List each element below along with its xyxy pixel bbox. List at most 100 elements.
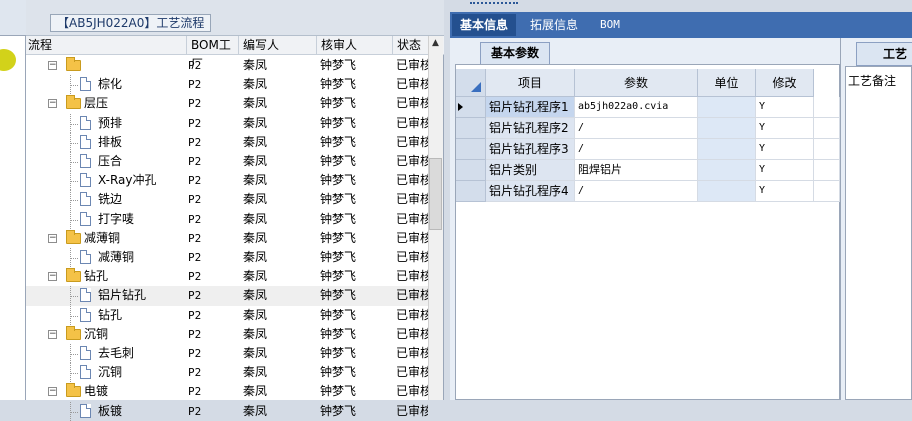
scroll-up-arrow-icon[interactable]: ▲ bbox=[428, 38, 443, 52]
tree-row[interactable]: 铣边 P2 秦凤 钟梦飞 已审核 bbox=[26, 190, 428, 210]
tree-row[interactable]: 铝片钻孔 P2 秦凤 钟梦飞 已审核 bbox=[26, 286, 428, 306]
param-value-cell[interactable]: / bbox=[575, 118, 698, 139]
column-header-status[interactable]: 状态 bbox=[392, 36, 428, 55]
column-header-process[interactable]: 流程 bbox=[26, 36, 186, 55]
row-selector[interactable] bbox=[456, 97, 486, 118]
reviewer-cell: 钟梦飞 bbox=[320, 58, 357, 72]
grid-corner-icon[interactable] bbox=[456, 69, 486, 97]
row-selector[interactable] bbox=[456, 139, 486, 160]
tree-row[interactable]: − 钻孔 P2 秦凤 钟梦飞 已审核 bbox=[26, 267, 428, 286]
tree-row[interactable]: − 电镀 P2 秦凤 钟梦飞 已审核 bbox=[26, 382, 428, 401]
params-row[interactable]: 铝片钻孔程序4/ Y bbox=[456, 181, 840, 202]
status-cell: 已审核 bbox=[396, 269, 428, 284]
params-header-unit[interactable]: 单位 bbox=[698, 69, 756, 97]
tree-row[interactable]: − 沉铜 P2 秦凤 钟梦飞 已审核 bbox=[26, 325, 428, 344]
tree-row[interactable]: 压合 P2 秦凤 钟梦飞 已审核 bbox=[26, 152, 428, 171]
param-extra-cell[interactable] bbox=[814, 160, 840, 181]
param-item-cell[interactable]: 铝片钻孔程序1 bbox=[486, 97, 575, 118]
tree-row[interactable]: 排板 P2 秦凤 钟梦飞 已审核 bbox=[26, 132, 428, 152]
document-icon bbox=[80, 288, 91, 303]
status-cell: 已审核 bbox=[396, 250, 428, 264]
tree-connector bbox=[70, 315, 78, 317]
param-item-cell[interactable]: 铝片钻孔程序4 bbox=[486, 181, 575, 202]
status-cell: 已审核 bbox=[396, 115, 428, 130]
collapse-toggle-icon[interactable]: − bbox=[48, 99, 57, 109]
tree-row[interactable]: 钻孔 P2 秦凤 钟梦飞 已审核 bbox=[26, 305, 428, 325]
document-icon bbox=[80, 77, 91, 92]
reviewer-cell: 钟梦飞 bbox=[320, 326, 357, 341]
document-icon bbox=[80, 346, 91, 360]
param-unit-cell[interactable] bbox=[698, 97, 756, 118]
row-selector[interactable] bbox=[456, 118, 486, 139]
param-extra-cell[interactable] bbox=[814, 118, 840, 139]
scroll-thumb[interactable] bbox=[429, 158, 442, 230]
collapse-toggle-icon[interactable]: − bbox=[48, 233, 57, 243]
tree-row[interactable]: − P2 秦凤 钟梦飞 已审核 bbox=[26, 56, 428, 75]
params-header-modified[interactable]: 修改 bbox=[756, 69, 814, 97]
params-row[interactable]: 铝片钻孔程序1 ab5jh022a0.cvia Y bbox=[456, 97, 840, 118]
tree-row[interactable]: 棕化 P2 秦凤 钟梦飞 已审核 bbox=[26, 75, 428, 95]
params-header-param[interactable]: 参数 bbox=[575, 69, 698, 97]
writer-cell: 秦凤 bbox=[243, 403, 268, 418]
tree-row[interactable]: 预排 P2 秦凤 钟梦飞 已审核 bbox=[26, 113, 428, 133]
writer-cell: 秦凤 bbox=[243, 134, 268, 149]
column-header-bom[interactable]: BOM工厂 bbox=[186, 36, 238, 71]
param-extra-cell[interactable] bbox=[814, 139, 840, 160]
status-cell: 已审核 bbox=[396, 346, 428, 360]
tree-row[interactable]: − 减薄铜 P2 秦凤 钟梦飞 已审核 bbox=[26, 229, 428, 248]
collapse-toggle-icon[interactable]: − bbox=[48, 61, 57, 70]
param-modified-cell[interactable]: Y bbox=[756, 139, 814, 160]
reviewer-cell: 钟梦飞 bbox=[320, 346, 357, 360]
splitter-grip[interactable] bbox=[470, 2, 518, 6]
status-cell: 已审核 bbox=[396, 230, 428, 245]
param-modified-cell[interactable]: Y bbox=[756, 118, 814, 139]
param-unit-cell[interactable] bbox=[698, 118, 756, 139]
row-selector[interactable] bbox=[456, 160, 486, 181]
column-header-reviewer[interactable]: 核审人 bbox=[316, 36, 392, 55]
status-cell: 已审核 bbox=[396, 77, 428, 92]
params-row[interactable]: 铝片类别 阻焊铝片 Y bbox=[456, 160, 840, 181]
param-unit-cell[interactable] bbox=[698, 181, 756, 202]
tree-row[interactable]: 减薄铜 P2 秦凤 钟梦飞 已审核 bbox=[26, 248, 428, 267]
param-unit-cell[interactable] bbox=[698, 139, 756, 160]
param-item-cell[interactable]: 铝片类别 bbox=[486, 160, 575, 181]
tree-row[interactable]: 沉铜 P2 秦凤 钟梦飞 已审核 bbox=[26, 363, 428, 383]
collapse-toggle-icon[interactable]: − bbox=[48, 387, 57, 397]
tab-basic-info[interactable]: 基本信息 bbox=[452, 14, 517, 36]
param-value-cell[interactable]: ab5jh022a0.cvia bbox=[575, 97, 698, 118]
tab-extended-info[interactable]: 拓展信息 bbox=[522, 14, 586, 36]
tree-row[interactable]: 打字唛 P2 秦凤 钟梦飞 已审核 bbox=[26, 209, 428, 229]
folder-icon bbox=[66, 268, 81, 283]
param-modified-cell[interactable]: Y bbox=[756, 181, 814, 202]
param-value-cell[interactable]: / bbox=[575, 139, 698, 160]
tab-basic-params[interactable]: 基本参数 bbox=[480, 42, 551, 64]
status-cell: 已审核 bbox=[396, 192, 428, 207]
tab-process-remarks[interactable]: 工艺备 bbox=[856, 42, 912, 83]
params-header-item[interactable]: 项目 bbox=[486, 69, 575, 97]
collapse-toggle-icon[interactable]: − bbox=[48, 272, 57, 282]
tree-node-label: 铣边 bbox=[98, 192, 123, 207]
params-row[interactable]: 铝片钻孔程序2/ Y bbox=[456, 118, 840, 139]
folder-icon bbox=[66, 95, 81, 110]
param-item-cell[interactable]: 铝片钻孔程序2 bbox=[486, 118, 575, 139]
row-selector[interactable] bbox=[456, 181, 486, 202]
tree-row[interactable]: − 层压 P2 秦凤 钟梦飞 已审核 bbox=[26, 94, 428, 113]
document-icon bbox=[80, 365, 91, 380]
param-value-cell[interactable]: 阻焊铝片 bbox=[575, 160, 698, 181]
param-unit-cell[interactable] bbox=[698, 160, 756, 181]
tree-row[interactable]: 去毛刺 P2 秦凤 钟梦飞 已审核 bbox=[26, 344, 428, 363]
tree-row[interactable]: 板镀 P2 秦凤 钟梦飞 已审核 bbox=[26, 401, 428, 421]
column-header-writer[interactable]: 编写人 bbox=[238, 36, 316, 55]
tree-connector bbox=[70, 296, 78, 298]
param-extra-cell[interactable] bbox=[814, 181, 840, 202]
param-extra-cell[interactable] bbox=[814, 97, 840, 118]
param-value-cell[interactable]: / bbox=[575, 181, 698, 202]
collapse-toggle-icon[interactable]: − bbox=[48, 329, 57, 339]
param-modified-cell[interactable]: Y bbox=[756, 160, 814, 181]
bom-cell: P2 bbox=[188, 59, 202, 72]
params-row[interactable]: 铝片钻孔程序3/ Y bbox=[456, 139, 840, 160]
param-item-cell[interactable]: 铝片钻孔程序3 bbox=[486, 139, 575, 160]
tree-row[interactable]: X-Ray冲孔 P2 秦凤 钟梦飞 已审核 bbox=[26, 171, 428, 191]
param-modified-cell[interactable]: Y bbox=[756, 97, 814, 118]
tab-bom[interactable]: BOM bbox=[592, 14, 628, 36]
